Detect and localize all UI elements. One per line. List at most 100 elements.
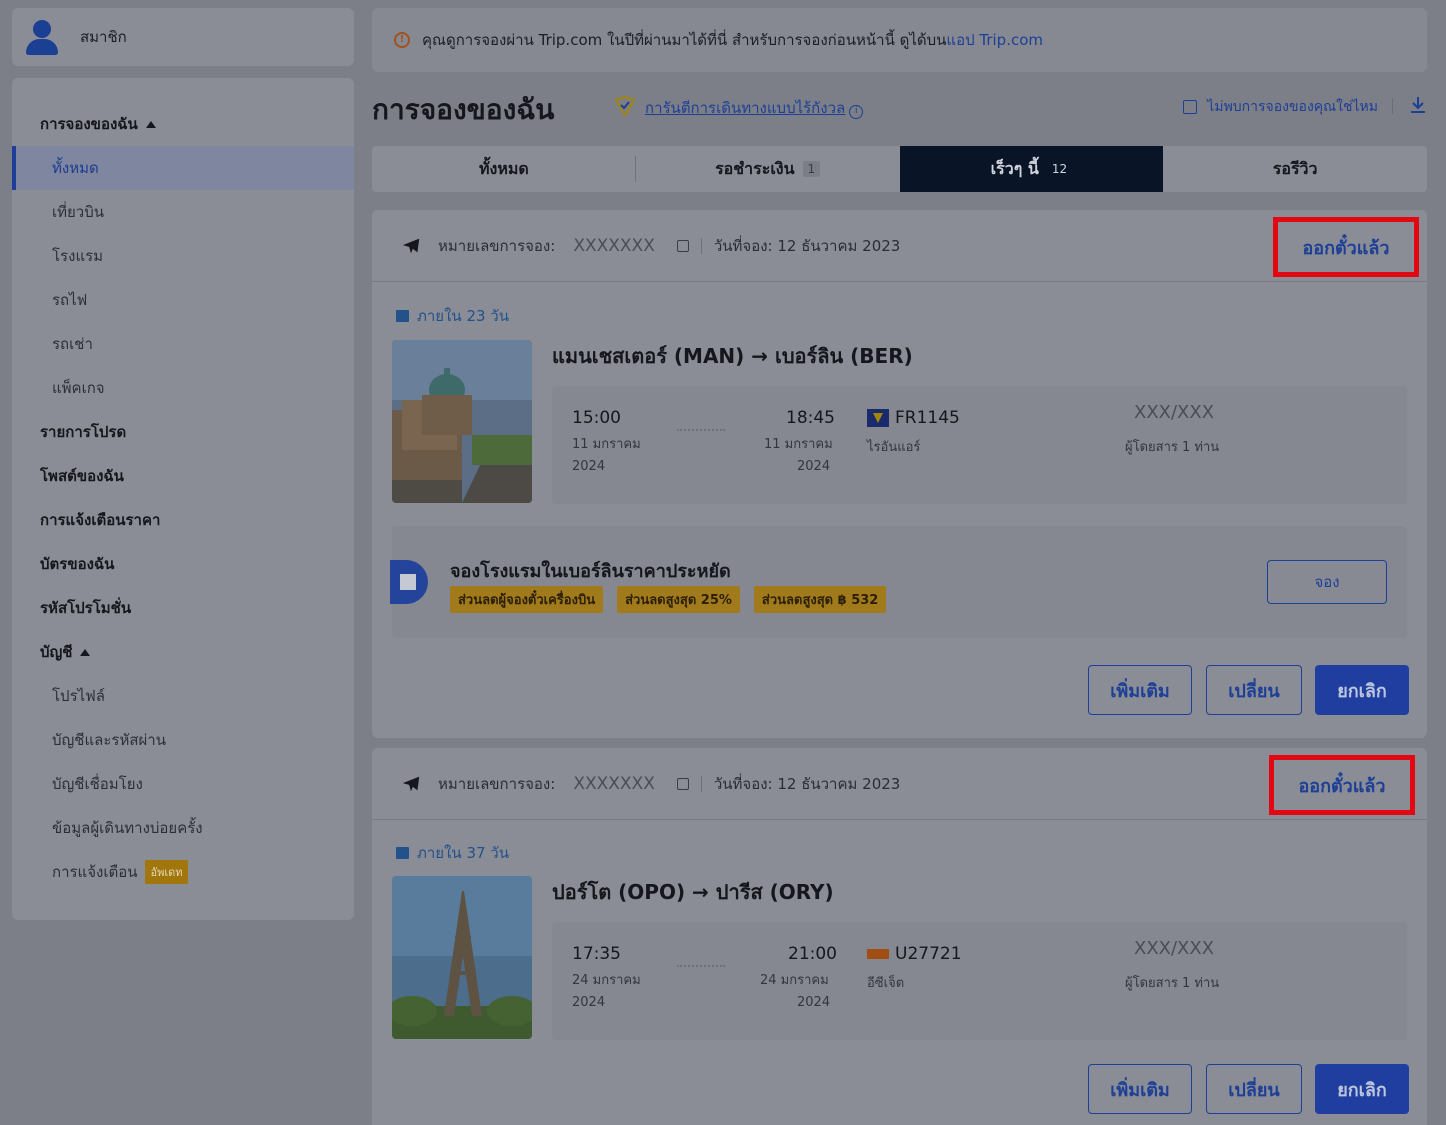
header-divider xyxy=(1392,98,1393,114)
airplane-icon xyxy=(402,776,420,791)
booking-card-header: หมายเลขการจอง: XXXXXXX วันที่จอง: 12 ธัน… xyxy=(372,210,1427,282)
copy-icon[interactable] xyxy=(676,777,689,790)
sidebar-item-account[interactable]: บัญชี xyxy=(12,630,354,674)
calendar-icon xyxy=(396,310,409,322)
warning-icon: ! xyxy=(394,32,410,48)
change-button[interactable]: เปลี่ยน xyxy=(1206,1064,1302,1114)
airplane-icon xyxy=(402,238,420,253)
sidebar-item-flights[interactable]: เที่ยวบิน xyxy=(12,190,354,234)
promo-tag: ส่วนลดสูงสุด ฿ 532 xyxy=(753,586,887,613)
hotel-building-icon xyxy=(390,560,428,604)
flight-details[interactable]: 17:35 24 มกราคม 2024 21:00 24 มกราคม 202… xyxy=(552,922,1407,1040)
caret-up-icon xyxy=(145,120,156,128)
hotel-promo-title: จองโรงแรมในเบอร์ลินราคาประหยัด xyxy=(450,561,731,582)
airline-name: อีซีเจ็ต xyxy=(867,976,905,991)
hotel-promo: จองโรงแรมในเบอร์ลินราคาประหยัด ส่วนลดผู้… xyxy=(390,526,1407,638)
tab-upcoming[interactable]: เร็วๆ นี้ 12 xyxy=(899,146,1164,192)
sidebar-item-trains[interactable]: รถไฟ xyxy=(12,278,354,322)
sidebar-item-favorites[interactable]: รายการโปรด xyxy=(12,410,354,454)
easyjet-logo-icon xyxy=(867,949,889,959)
countdown-label: ภายใน 37 วัน xyxy=(396,841,509,865)
download-icon[interactable] xyxy=(1410,96,1426,114)
departure-time: 15:00 xyxy=(572,408,621,428)
sidebar-item-price-alerts[interactable]: การแจ้งเตือนราคา xyxy=(12,498,354,542)
sidebar-item-car-rental[interactable]: รถเช่า xyxy=(12,322,354,366)
more-button[interactable]: เพิ่มเติม xyxy=(1088,1064,1192,1114)
tab-pending-payment[interactable]: รอชำระเงิน 1 xyxy=(636,146,900,192)
departure-date: 11 มกราคม xyxy=(572,437,641,452)
sidebar-item-packages[interactable]: แพ็คเกจ xyxy=(12,366,354,410)
sidebar-item-my-bookings[interactable]: การจองของฉัน xyxy=(12,102,354,146)
book-hotel-button[interactable]: จอง xyxy=(1267,560,1387,604)
arrival-time: 21:00 xyxy=(788,944,837,964)
sidebar-item-linked-accounts[interactable]: บัญชีเชื่อมโยง xyxy=(12,762,354,806)
check-badge-icon xyxy=(614,96,636,116)
sidebar-item-account-password[interactable]: บัญชีและรหัสผ่าน xyxy=(12,718,354,762)
departure-date: 24 มกราคม xyxy=(572,973,641,988)
tab-all[interactable]: ทั้งหมด xyxy=(372,146,636,192)
flight-details[interactable]: 15:00 11 มกราคม 2024 18:45 11 มกราคม 202… xyxy=(552,386,1407,504)
departure-year: 2024 xyxy=(572,995,606,1010)
seat-info: XXX/XXX xyxy=(1134,938,1215,959)
departure-time: 17:35 xyxy=(572,944,621,964)
sidebar-item-all[interactable]: ทั้งหมด xyxy=(12,146,354,190)
passenger-count: ผู้โดยสาร 1 ท่าน xyxy=(1125,440,1220,455)
booking-number: XXXXXXX xyxy=(573,235,655,256)
booking-card-header: หมายเลขการจอง: XXXXXXX วันที่จอง: 12 ธัน… xyxy=(372,748,1427,820)
change-button[interactable]: เปลี่ยน xyxy=(1206,665,1302,715)
cancel-button[interactable]: ยกเลิก xyxy=(1315,665,1409,715)
berlin-cathedral-image xyxy=(392,340,532,503)
flight-number: FR1145 xyxy=(867,408,960,428)
departure-year: 2024 xyxy=(572,459,606,474)
flight-route: แมนเชสเตอร์ (MAN) → เบอร์ลิน (BER) xyxy=(552,344,913,368)
booking-date: วันที่จอง: 12 ธันวาคม 2023 xyxy=(713,774,901,793)
eiffel-tower-image xyxy=(392,876,532,1039)
update-badge: อัพเดท xyxy=(145,860,188,884)
promo-tag: ส่วนลดสูงสุด 25% xyxy=(617,586,740,613)
sidebar-item-my-cards[interactable]: บัตรของฉัน xyxy=(12,542,354,586)
caret-up-icon xyxy=(80,648,91,656)
member-label: สมาชิก xyxy=(80,28,127,46)
info-notice: ! คุณดูการจองผ่าน Trip.com ในปีที่ผ่านมา… xyxy=(372,8,1427,72)
sidebar-item-profile[interactable]: โปรไฟล์ xyxy=(12,674,354,718)
booking-card: หมายเลขการจอง: XXXXXXX วันที่จอง: 12 ธัน… xyxy=(372,748,1427,1125)
status-ticketed: ออกตั๋วแล้ว xyxy=(1269,755,1415,815)
flight-number: U27721 xyxy=(867,944,962,964)
search-document-icon xyxy=(1183,100,1198,114)
user-avatar-icon xyxy=(24,19,60,55)
more-button[interactable]: เพิ่มเติม xyxy=(1088,665,1192,715)
promo-tags: ส่วนลดผู้จองตั๋วเครื่องบิน ส่วนลดสูงสุด … xyxy=(450,586,887,613)
arrival-year: 2024 xyxy=(797,995,831,1010)
copy-icon[interactable] xyxy=(676,239,689,252)
member-header[interactable]: สมาชิก xyxy=(12,8,354,66)
airline-name: ไรอันแอร์ xyxy=(867,440,921,455)
arrival-time: 18:45 xyxy=(786,408,835,428)
sidebar-item-promo-codes[interactable]: รหัสโปรโมชั่น xyxy=(12,586,354,630)
sidebar-item-hotels[interactable]: โรงแรม xyxy=(12,234,354,278)
promo-tag: ส่วนลดผู้จองตั๋วเครื่องบิน xyxy=(450,586,604,613)
info-icon: i xyxy=(849,105,864,119)
seat-info: XXX/XXX xyxy=(1134,402,1215,423)
booking-date: วันที่จอง: 12 ธันวาคม 2023 xyxy=(713,236,901,255)
sidebar-nav: การจองของฉัน ทั้งหมด เที่ยวบิน โรงแรม รถ… xyxy=(12,78,354,920)
tab-count: 1 xyxy=(802,161,821,177)
booking-number: XXXXXXX xyxy=(573,773,655,794)
status-ticketed: ออกตั๋วแล้ว xyxy=(1273,217,1419,277)
booking-tabs: ทั้งหมด รอชำระเงิน 1 เร็วๆ นี้ 12 รอรีวิว xyxy=(372,146,1427,192)
notice-link[interactable]: แอป Trip.com xyxy=(946,28,1043,52)
booking-card: หมายเลขการจอง: XXXXXXX วันที่จอง: 12 ธัน… xyxy=(372,210,1427,738)
sidebar-item-frequent-travelers[interactable]: ข้อมูลผู้เดินทางบ่อยครั้ง xyxy=(12,806,354,850)
guarantee-link[interactable]: การันตีการเดินทางแบบไร้กังวล i xyxy=(645,96,864,120)
arrival-date: 11 มกราคม xyxy=(764,437,833,452)
ryanair-logo-icon xyxy=(867,409,889,427)
sidebar-item-notifications[interactable]: การแจ้งเตือน อัพเดท xyxy=(12,850,354,894)
find-booking-link[interactable]: ไม่พบการจองของคุณใช่ไหม xyxy=(1183,96,1378,118)
sidebar-item-my-posts[interactable]: โพสต์ของฉัน xyxy=(12,454,354,498)
arrival-date: 24 มกราคม xyxy=(760,973,829,988)
cancel-button[interactable]: ยกเลิก xyxy=(1315,1064,1409,1114)
tab-to-review[interactable]: รอรีวิว xyxy=(1163,146,1427,192)
arrival-year: 2024 xyxy=(797,459,831,474)
notice-text: คุณดูการจองผ่าน Trip.com ในปีที่ผ่านมาได… xyxy=(422,31,947,49)
booking-number-label: หมายเลขการจอง: xyxy=(438,236,556,255)
flight-route: ปอร์โต (OPO) → ปารีส (ORY) xyxy=(552,880,834,904)
